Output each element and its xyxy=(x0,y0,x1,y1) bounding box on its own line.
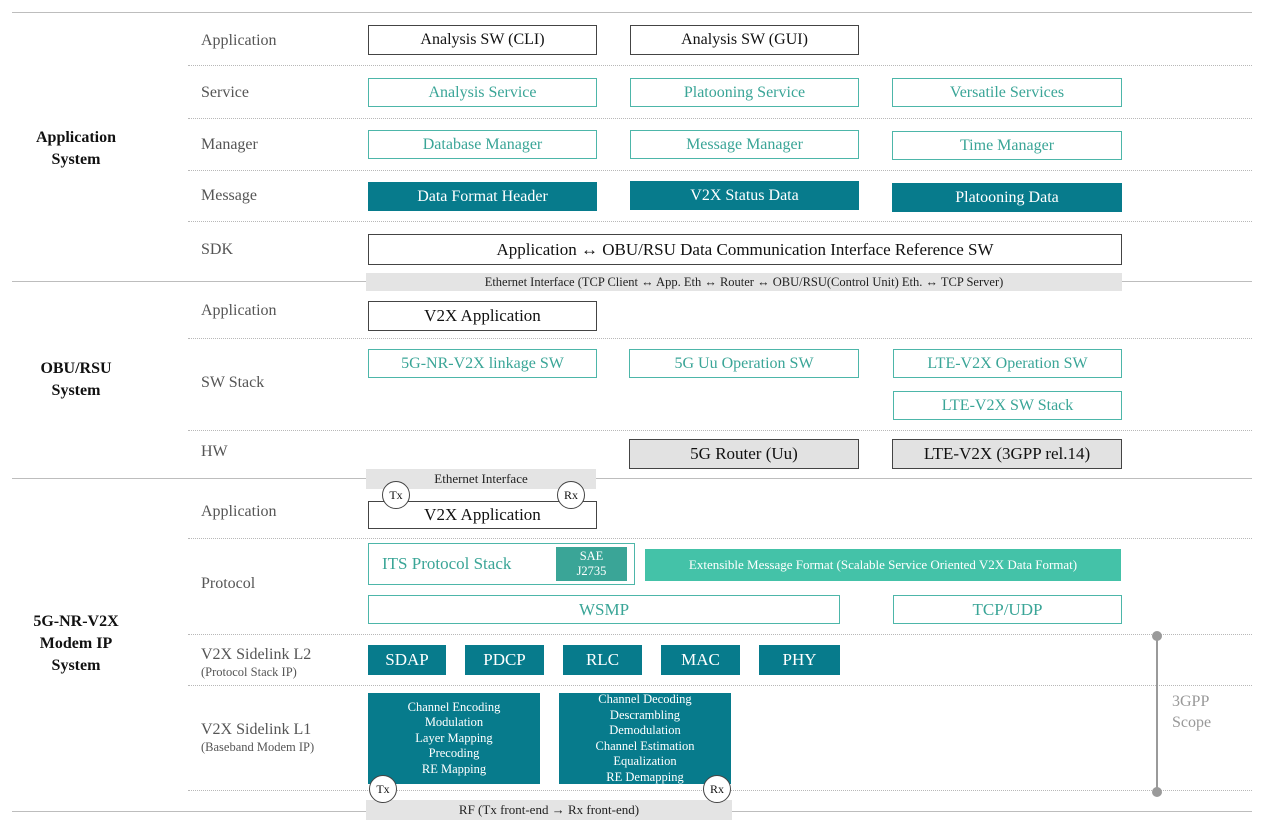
tx-chain-box: Channel Encoding Modulation Layer Mappin… xyxy=(368,693,540,784)
rx-marker: Rx xyxy=(557,481,585,509)
message-manager-box: Message Manager xyxy=(630,130,859,159)
v2x-status-data-box: V2X Status Data xyxy=(630,181,859,210)
layer-label-hw: HW xyxy=(201,443,228,460)
data-format-header-box: Data Format Header xyxy=(368,182,597,211)
obu-v2x-application-box: V2X Application xyxy=(368,301,597,331)
layer-label-sdk: SDK xyxy=(201,241,234,258)
tx-marker: Tx xyxy=(382,481,410,509)
scope-label: 3GPP Scope xyxy=(1172,693,1212,731)
scope-bottom-dot xyxy=(1152,787,1162,797)
tx-marker-rf: Tx xyxy=(369,775,397,803)
row-divider xyxy=(188,634,1252,635)
extensible-message-format-box: Extensible Message Format (Scalable Serv… xyxy=(645,549,1121,581)
phy-box: PHY xyxy=(759,645,840,675)
layer-label-sidelink-l2: V2X Sidelink L2 (Protocol Stack IP) xyxy=(201,645,311,680)
sidelink-l2-subtitle: (Protocol Stack IP) xyxy=(201,665,297,679)
row-divider xyxy=(188,65,1252,66)
sdap-box: SDAP xyxy=(368,645,446,675)
rx-chain-box: Channel Decoding Descrambling Demodulati… xyxy=(559,692,731,784)
time-manager-box: Time Manager xyxy=(892,131,1122,160)
platooning-service-box: Platooning Service xyxy=(630,78,859,107)
lte-v2x-hw-box: LTE-V2X (3GPP rel.14) xyxy=(892,439,1122,469)
analysis-sw-gui-box: Analysis SW (GUI) xyxy=(630,25,859,55)
ethernet-tcp-bar: Ethernet Interface (TCP Client ↔ App. Et… xyxy=(366,273,1122,291)
scope-line xyxy=(1156,636,1158,791)
system-label-obu-rsu: OBU/RSU System xyxy=(40,360,112,399)
row-divider xyxy=(188,338,1252,339)
tcp-udp-box: TCP/UDP xyxy=(893,595,1122,624)
layer-label-obu-application: Application xyxy=(201,302,277,319)
its-protocol-stack-label: ITS Protocol Stack xyxy=(382,554,512,573)
row-divider xyxy=(188,430,1252,431)
database-manager-box: Database Manager xyxy=(368,130,597,159)
rf-bar: RF (Tx front-end → Rx front-end) xyxy=(366,800,732,820)
nr-v2x-linkage-box: 5G-NR-V2X linkage SW xyxy=(368,349,597,378)
row-divider xyxy=(188,221,1252,222)
layer-label-protocol: Protocol xyxy=(201,575,256,592)
router-uu-box: 5G Router (Uu) xyxy=(629,439,859,469)
layer-label-application: Application xyxy=(201,32,277,49)
versatile-services-box: Versatile Services xyxy=(892,78,1122,107)
lte-v2x-operation-box: LTE-V2X Operation SW xyxy=(893,349,1122,378)
layer-label-manager: Manager xyxy=(201,136,258,153)
system-label-modem: 5G-NR-V2X Modem IP System xyxy=(33,613,119,674)
row-divider xyxy=(188,685,1252,686)
rlc-box: RLC xyxy=(563,645,642,675)
row-divider xyxy=(188,118,1252,119)
pdcp-box: PDCP xyxy=(465,645,544,675)
layer-label-sidelink-l1: V2X Sidelink L1 (Baseband Modem IP) xyxy=(201,720,314,755)
wsmp-box: WSMP xyxy=(368,595,840,624)
analysis-service-box: Analysis Service xyxy=(368,78,597,107)
row-divider xyxy=(188,538,1252,539)
top-divider xyxy=(12,12,1252,13)
layer-label-modem-application: Application xyxy=(201,503,277,520)
sidelink-l1-subtitle: (Baseband Modem IP) xyxy=(201,740,315,754)
sdk-interface-box: Application ↔ OBU/RSU Data Communication… xyxy=(368,234,1122,265)
row-divider xyxy=(188,170,1252,171)
platooning-data-box: Platooning Data xyxy=(892,183,1122,212)
sidelink-l2-title: V2X Sidelink L2 xyxy=(201,646,312,663)
layer-label-sw-stack: SW Stack xyxy=(201,374,265,391)
rx-marker-rf: Rx xyxy=(703,775,731,803)
layer-label-service: Service xyxy=(201,84,249,101)
lte-v2x-stack-box: LTE-V2X SW Stack xyxy=(893,391,1122,420)
system-divider xyxy=(12,478,1252,479)
system-label-application: Application System xyxy=(35,129,116,168)
mac-box: MAC xyxy=(661,645,740,675)
uu-operation-box: 5G Uu Operation SW xyxy=(629,349,859,378)
sae-j2735-box: SAE J2735 xyxy=(556,547,627,581)
layer-label-message: Message xyxy=(201,187,257,204)
sidelink-l1-title: V2X Sidelink L1 xyxy=(201,721,312,738)
analysis-sw-cli-box: Analysis SW (CLI) xyxy=(368,25,597,55)
